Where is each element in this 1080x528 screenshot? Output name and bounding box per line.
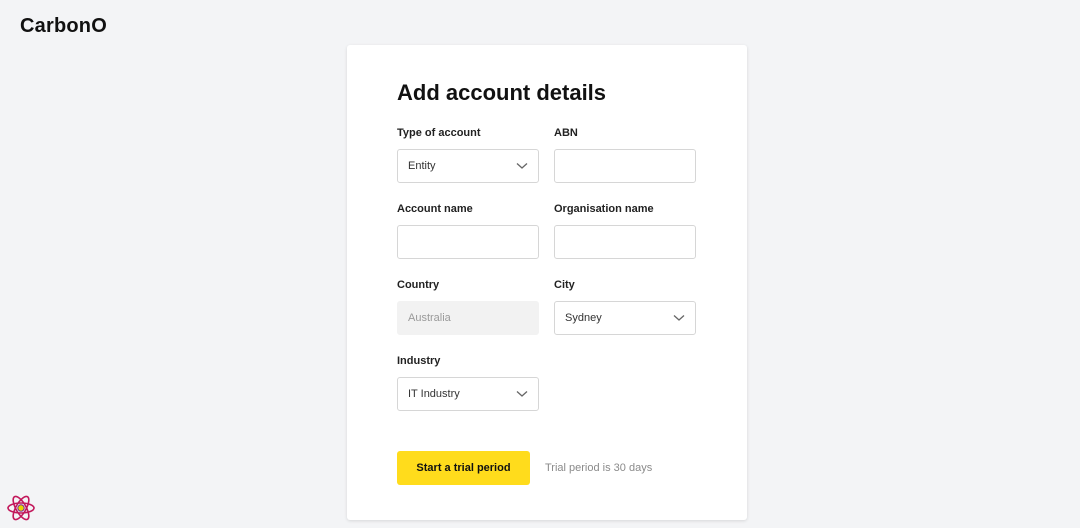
abn-input-box[interactable] bbox=[554, 149, 696, 183]
industry-select[interactable]: IT Industry bbox=[397, 377, 539, 411]
account-name-label: Account name bbox=[397, 203, 473, 215]
account-name-input-box[interactable] bbox=[397, 225, 539, 259]
account-name-field: Account name bbox=[397, 203, 539, 259]
page-title: Add account details bbox=[397, 80, 607, 105]
react-logo-icon[interactable] bbox=[6, 493, 36, 523]
organisation-name-input-box[interactable] bbox=[554, 225, 696, 259]
account-type-select[interactable]: Entity bbox=[397, 149, 539, 183]
city-label: City bbox=[554, 279, 575, 291]
account-name-input[interactable] bbox=[408, 235, 528, 249]
organisation-name-field: Organisation name bbox=[554, 203, 696, 259]
abn-label: ABN bbox=[554, 127, 578, 139]
country-input-disabled: Australia bbox=[397, 301, 539, 335]
country-field: Country Australia bbox=[397, 279, 539, 335]
account-type-label: Type of account bbox=[397, 127, 481, 139]
account-type-field: Type of account Entity bbox=[397, 127, 539, 183]
chevron-down-icon bbox=[516, 391, 528, 397]
start-trial-button[interactable]: Start a trial period bbox=[397, 451, 530, 485]
organisation-name-input[interactable] bbox=[565, 235, 685, 249]
abn-input[interactable] bbox=[565, 159, 685, 173]
account-details-card: Add account details Type of account Enti… bbox=[347, 45, 747, 520]
industry-value: IT Industry bbox=[408, 388, 460, 400]
chevron-down-icon bbox=[516, 163, 528, 169]
brand-logo: CarbonO bbox=[20, 15, 107, 37]
abn-field: ABN bbox=[554, 127, 696, 183]
city-value: Sydney bbox=[565, 312, 602, 324]
city-select[interactable]: Sydney bbox=[554, 301, 696, 335]
chevron-down-icon bbox=[673, 315, 685, 321]
industry-field: Industry IT Industry bbox=[397, 355, 539, 411]
city-field: City Sydney bbox=[554, 279, 696, 335]
industry-label: Industry bbox=[397, 355, 441, 367]
organisation-name-label: Organisation name bbox=[554, 203, 654, 215]
account-type-value: Entity bbox=[408, 160, 436, 172]
country-label: Country bbox=[397, 279, 440, 291]
country-value: Australia bbox=[408, 312, 451, 324]
trial-period-note: Trial period is 30 days bbox=[545, 462, 653, 474]
